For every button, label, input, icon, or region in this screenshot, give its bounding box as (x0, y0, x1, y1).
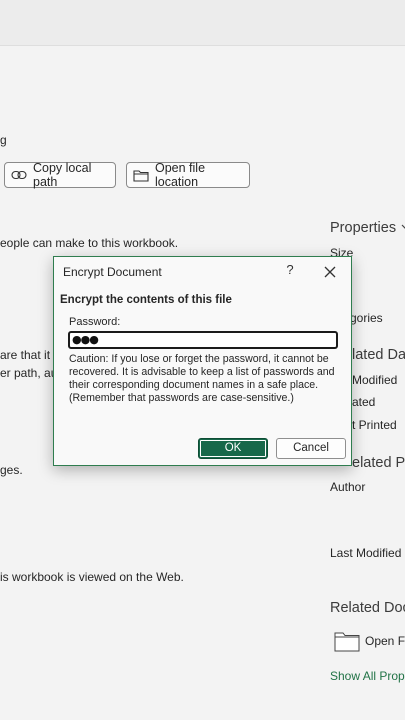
created-label: ated (352, 395, 376, 409)
author-label: Author (330, 480, 366, 494)
last-printed-label: t Printed (352, 418, 397, 432)
related-documents-heading: Related Doc (330, 600, 405, 616)
related-people-heading: elated Peo (352, 455, 405, 471)
dialog-title: Encrypt Document (63, 265, 162, 279)
properties-dropdown[interactable]: Properties (330, 220, 405, 236)
cancel-button[interactable]: Cancel (276, 438, 346, 459)
password-field[interactable]: ●●● (68, 331, 338, 349)
open-file-location-label: Open file location (155, 161, 206, 189)
bg-text-fragment: g (0, 133, 7, 147)
bg-text-fragment: is workbook is viewed on the Web. (0, 570, 184, 584)
show-all-properties-link[interactable]: Show All Prope (330, 669, 405, 683)
open-file-location-link[interactable]: Open Fil (334, 630, 405, 652)
bg-text-fragment: ges. (0, 463, 23, 477)
chevron-down-icon (402, 224, 405, 229)
caution-message: Caution: If you lose or forget the passw… (69, 353, 335, 391)
open-file-label: Open Fil (365, 634, 405, 648)
copy-local-path-button[interactable]: Copy local path (4, 161, 116, 189)
title-bar (0, 0, 405, 46)
encrypt-document-dialog: Encrypt Document ? Encrypt the contents … (53, 256, 352, 466)
open-file-location-button[interactable]: Open file location (126, 161, 250, 189)
bg-text-fragment: er path, aut (0, 366, 61, 380)
close-icon[interactable] (321, 263, 339, 281)
properties-title: Properties (330, 220, 397, 236)
categories-label: gories (350, 311, 383, 325)
dialog-heading: Encrypt the contents of this file (60, 294, 232, 306)
folder-icon (133, 169, 149, 182)
last-modified-by-label: Last Modified B (330, 546, 405, 560)
help-button[interactable]: ? (282, 262, 298, 280)
caution-text: Caution: If you lose or forget the passw… (69, 353, 344, 405)
link-icon (11, 170, 27, 180)
password-label: Password: (69, 316, 121, 328)
last-modified-label: Modified (352, 373, 398, 387)
bg-text-fragment: eople can make to this workbook. (0, 236, 179, 250)
ok-button[interactable]: OK (198, 438, 268, 459)
copy-local-path-label: Copy local path (33, 161, 92, 189)
bg-text-fragment: are that it c (0, 348, 60, 362)
case-sensitive-note: (Remember that passwords are case-sensit… (69, 392, 294, 404)
related-dates-heading: lated Dat (352, 347, 405, 363)
folder-icon (334, 632, 360, 652)
